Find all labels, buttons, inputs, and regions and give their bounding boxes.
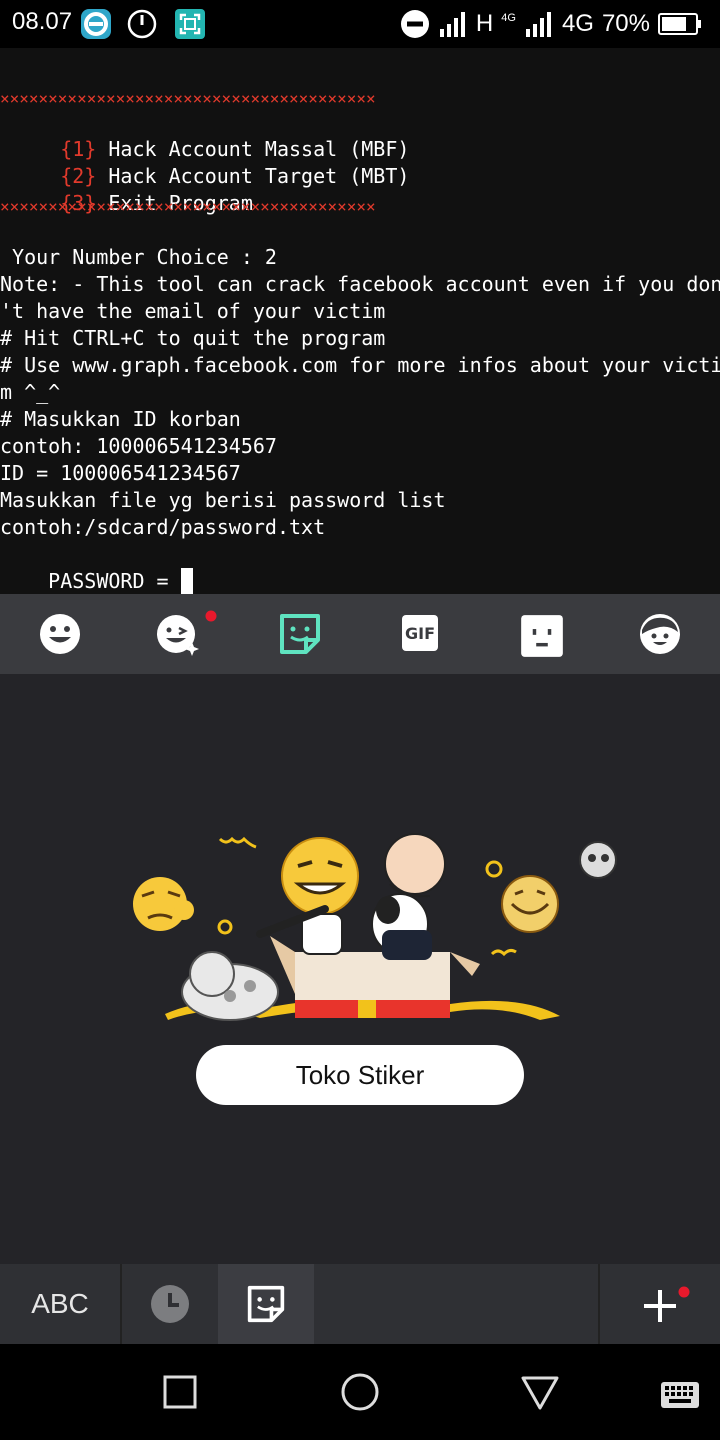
- esim-app-icon: [81, 9, 111, 39]
- terminal-line: ID = 100006541234567: [0, 461, 241, 485]
- terminal-line: # Masukkan ID korban: [0, 407, 241, 431]
- abc-switch-button[interactable]: ABC: [0, 1264, 120, 1344]
- signal-icon-2: [525, 12, 551, 37]
- home-circle-icon[interactable]: [340, 1372, 380, 1412]
- signal-icon: [439, 12, 465, 37]
- do-not-disturb-icon: [400, 10, 429, 38]
- divider: [598, 1264, 600, 1344]
- status-time: 08.07: [12, 8, 73, 35]
- network-type-small: 4G: [501, 11, 516, 24]
- recents-square-icon[interactable]: [160, 1372, 200, 1412]
- new-badge: [205, 610, 217, 622]
- prompt-label: PASSWORD =: [48, 569, 181, 593]
- avatar-icon[interactable]: [638, 612, 682, 656]
- battery-icon: [658, 13, 701, 35]
- terminal-line: # Hit CTRL+C to quit the program: [0, 326, 386, 350]
- password-prompt[interactable]: PASSWORD =: [0, 541, 193, 594]
- separator-bottom: ×××××××××××××××××××××××××××××××××××××××: [0, 197, 376, 216]
- kaomoji-icon[interactable]: [520, 614, 564, 658]
- divider: [120, 1264, 122, 1344]
- keyboard-bottom-bar: ABC: [0, 1264, 720, 1344]
- sticker-tab-selected[interactable]: [218, 1264, 314, 1344]
- recent-icon[interactable]: [150, 1284, 190, 1324]
- terminal-line: Your Number Choice : 2: [0, 245, 277, 269]
- keyboard-category-tabs: GIF: [0, 594, 720, 674]
- sticker-icon: [247, 1285, 285, 1323]
- terminal-line: m ^_^: [0, 380, 61, 404]
- sticker-panel: Toko Stiker: [0, 674, 720, 1264]
- new-badge: [678, 1286, 690, 1298]
- sticker-store-button[interactable]: Toko Stiker: [196, 1045, 524, 1105]
- clock-alarm-icon: [127, 9, 157, 39]
- sticker-icon[interactable]: [278, 612, 322, 656]
- terminal-line: Note: - This tool can crack facebook acc…: [0, 272, 720, 296]
- keyboard-switch-icon[interactable]: [660, 1376, 700, 1416]
- battery-percent: 70%: [601, 10, 650, 37]
- sticker-promo-illustration: [133, 833, 617, 1021]
- emoji-icon[interactable]: [38, 612, 82, 656]
- separator-top: ×××××××××××××××××××××××××××××××××××××××: [0, 89, 376, 108]
- status-right: H 4G 4G 70%: [400, 8, 702, 40]
- terminal-output[interactable]: ××××××××××××××××××××××××××××××××××××××× …: [0, 48, 720, 594]
- back-triangle-icon[interactable]: [520, 1372, 560, 1412]
- navigation-bar: [0, 1344, 720, 1440]
- terminal-line: 't have the email of your victim: [0, 299, 386, 323]
- emoji-new-icon[interactable]: [156, 612, 200, 656]
- terminal-line: # Use www.graph.facebook.com for more in…: [0, 353, 720, 377]
- terminal-line: Masukkan file yg berisi password list: [0, 488, 446, 512]
- network-type: H: [475, 10, 494, 37]
- add-icon[interactable]: [640, 1286, 680, 1326]
- gif-icon[interactable]: GIF: [402, 615, 438, 651]
- text-cursor: [180, 568, 193, 594]
- terminal-line: contoh: 100006541234567: [0, 434, 277, 458]
- screenshot-icon: [175, 9, 205, 39]
- network-type-2: 4G: [561, 10, 594, 37]
- terminal-line: contoh:/sdcard/password.txt: [0, 515, 326, 539]
- status-bar: 08.07 H 4G 4G 70%: [0, 0, 720, 48]
